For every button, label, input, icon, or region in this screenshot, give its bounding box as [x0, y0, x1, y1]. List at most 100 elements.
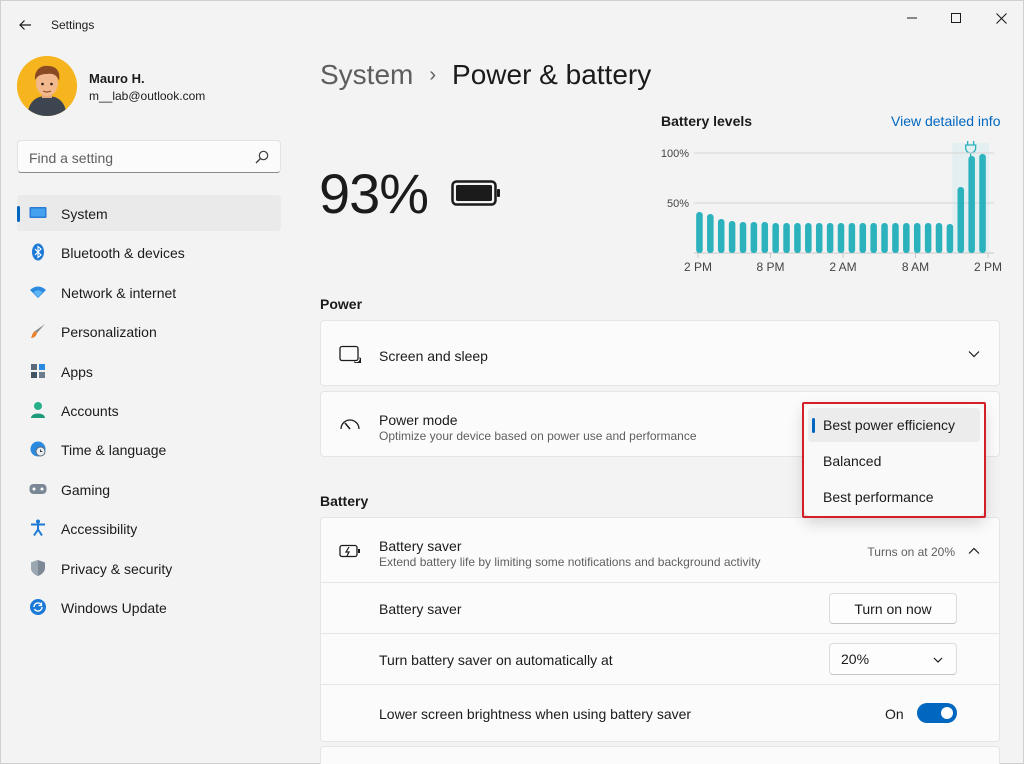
sidebar-item-label: System: [61, 206, 108, 222]
search-icon[interactable]: [254, 149, 270, 165]
screen-sleep-icon: [339, 343, 361, 365]
battery-saver-row-label: Battery saver: [379, 601, 462, 617]
battery-bar: [815, 223, 823, 253]
chevron-down-icon: [933, 657, 943, 663]
sidebar-item-label: Gaming: [61, 481, 111, 498]
battery-bar: [739, 222, 747, 253]
breadcrumb: System › Power & battery: [320, 59, 651, 91]
speedometer-icon: [339, 414, 361, 436]
battery-bar: [979, 154, 986, 253]
battery-saver-icon: [339, 540, 361, 562]
sidebar-item-apps[interactable]: Apps: [17, 353, 281, 389]
battery-levels-chart: 100% 50% 2 PM 8 PM 2 AM 8 AM 2 PM: [661, 141, 1002, 274]
battery-bar: [805, 223, 812, 253]
battery-bar: [707, 214, 714, 253]
back-button[interactable]: [13, 13, 37, 37]
sidebar-item-accessibility[interactable]: Accessibility: [17, 510, 281, 546]
power-mode-label: Power mode: [379, 412, 458, 428]
chevron-up-icon[interactable]: [967, 544, 981, 558]
screen-sleep-card[interactable]: Screen and sleep: [320, 320, 1000, 386]
sidebar-nav: System Bluetooth & devices Network & int…: [17, 195, 281, 628]
battery-bar: [859, 223, 867, 253]
battery-bar: [837, 223, 845, 253]
user-email: m__lab@outlook.com: [89, 89, 206, 103]
accessibility-icon: [29, 519, 47, 537]
battery-bar: [935, 223, 943, 253]
x-tick-label: 8 PM: [756, 260, 784, 274]
brightness-label: Lower screen brightness when using batte…: [379, 706, 692, 722]
sidebar-item-label: Apps: [61, 363, 93, 380]
brightness-row: Lower screen brightness when using batte…: [320, 685, 1000, 742]
power-mode-description: Optimize your device based on power use …: [379, 429, 697, 443]
sidebar-item-network[interactable]: Network & internet: [17, 274, 281, 310]
search-input[interactable]: Find a setting: [29, 150, 113, 166]
battery-saver-row: Battery saver Turn on now: [320, 583, 1000, 634]
wifi-icon: [29, 283, 47, 301]
option-label: Best power efficiency: [823, 417, 956, 433]
settings-window: Settings Mauro H. m__lab@outlook.com Fin…: [0, 0, 1024, 764]
globe-clock-icon: [29, 440, 47, 458]
turn-on-now-button[interactable]: Turn on now: [829, 593, 957, 624]
sidebar-item-time-language[interactable]: Time & language: [17, 431, 281, 467]
minimize-button[interactable]: [890, 7, 934, 29]
breadcrumb-parent[interactable]: System: [320, 59, 413, 91]
sidebar-item-label: Accounts: [61, 402, 119, 419]
power-section-title: Power: [320, 296, 363, 312]
apps-icon: [29, 362, 47, 380]
battery-percent: 93%: [319, 162, 429, 225]
battery-bar: [913, 223, 921, 253]
battery-bar: [783, 223, 790, 253]
sidebar-item-bluetooth[interactable]: Bluetooth & devices: [17, 234, 281, 270]
view-detailed-info-link[interactable]: View detailed info: [891, 113, 1000, 129]
battery-bar: [728, 221, 736, 253]
gamepad-icon: [29, 480, 47, 498]
sidebar-item-windows-update[interactable]: Windows Update: [17, 589, 281, 625]
battery-saver-card[interactable]: Battery saver Extend battery life by lim…: [320, 517, 1000, 583]
page-title: Power & battery: [452, 59, 652, 90]
battery-levels-title: Battery levels: [661, 113, 753, 129]
chevron-down-icon[interactable]: [967, 347, 981, 361]
minimize-icon: [907, 17, 917, 19]
option-label: Balanced: [823, 453, 882, 469]
shield-icon: [29, 559, 47, 577]
threshold-dropdown[interactable]: 20%: [829, 643, 957, 675]
battery-bar: [881, 223, 888, 253]
battery-saver-description: Extend battery life by limiting some not…: [379, 555, 761, 569]
auto-battery-saver-row: Turn battery saver on automatically at 2…: [320, 634, 1000, 685]
maximize-button[interactable]: [934, 7, 978, 29]
battery-bar: [870, 223, 877, 253]
power-mode-dropdown: Best power efficiency Balanced Best perf…: [804, 404, 984, 516]
close-button[interactable]: [979, 7, 1023, 29]
y-tick-label: 100%: [661, 148, 689, 160]
sidebar-item-privacy[interactable]: Privacy & security: [17, 550, 281, 586]
battery-bar: [794, 223, 801, 253]
battery-bar: [696, 212, 703, 253]
sidebar-item-label: Accessibility: [61, 521, 138, 538]
option-balanced[interactable]: Balanced: [808, 444, 980, 478]
update-icon: [29, 598, 47, 616]
arrow-left-icon: [19, 20, 31, 30]
sidebar-item-system[interactable]: System: [17, 195, 281, 231]
option-best-power-efficiency[interactable]: Best power efficiency: [808, 408, 980, 442]
battery-section-title: Battery: [320, 493, 369, 509]
sidebar-item-personalization[interactable]: Personalization: [17, 313, 281, 349]
auto-battery-saver-label: Turn battery saver on automatically at: [379, 652, 613, 668]
sidebar-item-accounts[interactable]: Accounts: [17, 392, 281, 428]
sidebar-item-label: Personalization: [61, 324, 157, 341]
battery-bar: [848, 223, 856, 253]
battery-bar: [892, 223, 899, 253]
brightness-toggle[interactable]: [917, 703, 957, 723]
window-title: Settings: [51, 18, 95, 32]
sidebar-item-gaming[interactable]: Gaming: [17, 471, 281, 507]
battery-bar: [826, 223, 834, 253]
bluetooth-icon: [29, 243, 47, 261]
battery-bar: [903, 223, 910, 253]
toggle-knob: [941, 707, 953, 719]
next-card-partial: [320, 746, 1000, 764]
option-best-performance[interactable]: Best performance: [808, 480, 980, 514]
y-tick-label: 50%: [667, 198, 689, 210]
x-tick-label: 8 AM: [902, 260, 929, 274]
search-box[interactable]: Find a setting: [17, 140, 281, 173]
toggle-state-label: On: [885, 706, 904, 722]
avatar[interactable]: [17, 56, 77, 116]
